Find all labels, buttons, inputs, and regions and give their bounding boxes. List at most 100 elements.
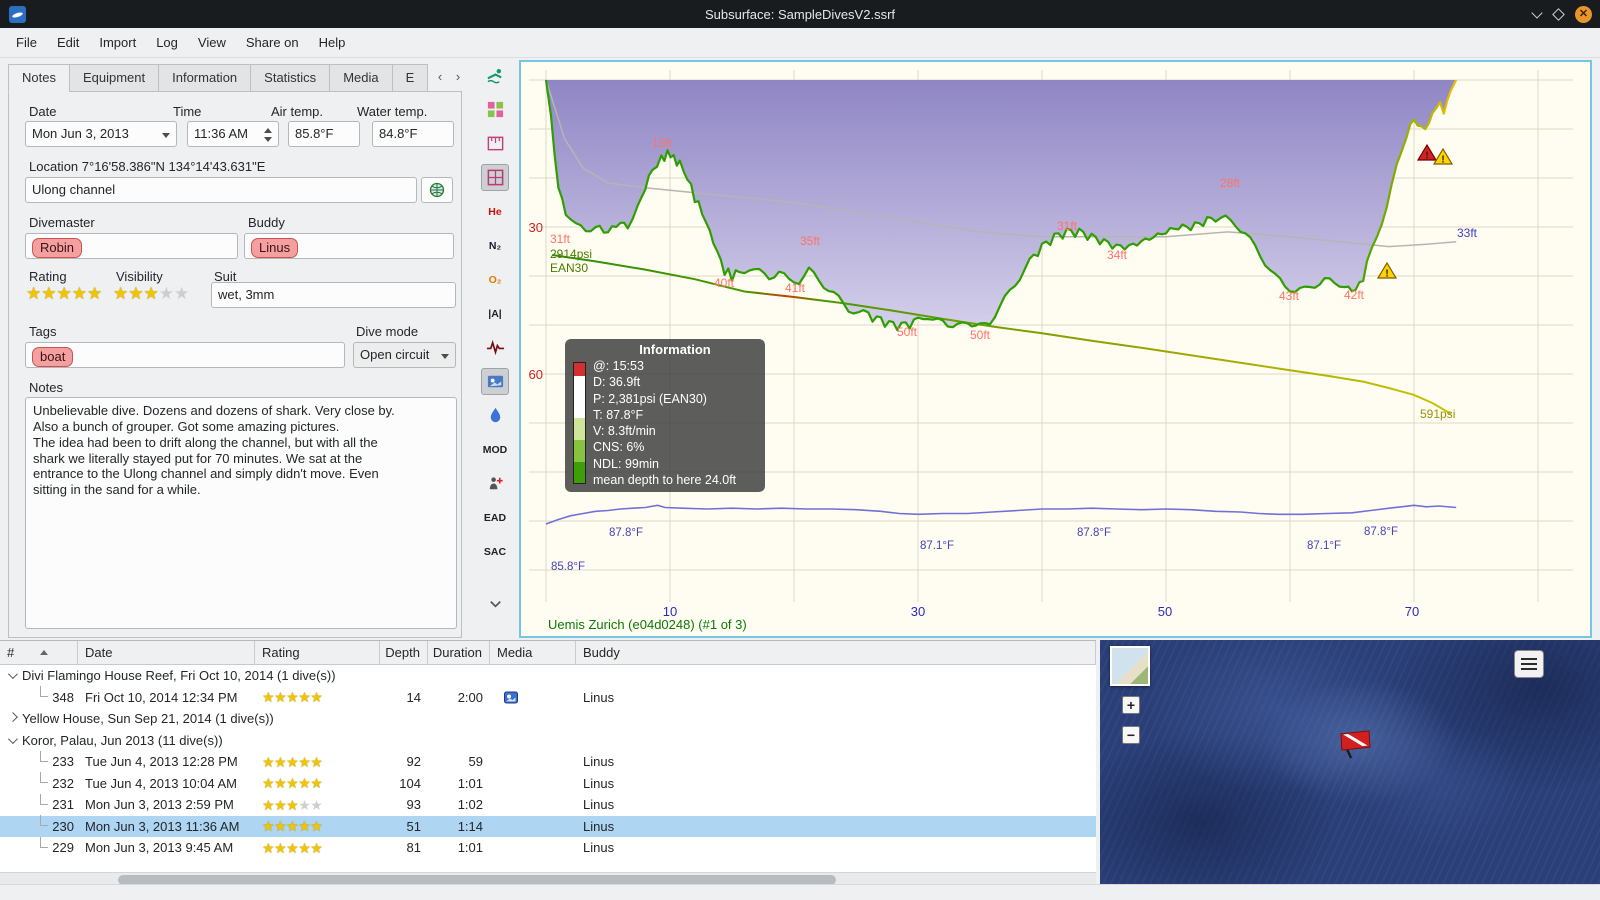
tag-boat[interactable]: boat: [32, 347, 74, 367]
zoom-in-button[interactable]: +: [1122, 696, 1140, 714]
star-icon: ★: [113, 284, 129, 303]
menu-edit[interactable]: Edit: [47, 31, 89, 54]
menu-file[interactable]: File: [6, 31, 47, 54]
tab-statistics[interactable]: Statistics: [250, 64, 330, 92]
tab-information[interactable]: Information: [158, 64, 251, 92]
collapse-icon[interactable]: [7, 733, 18, 744]
dive-row[interactable]: 230 Mon Jun 3, 2013 11:36 AM ★ ★ ★ ★ ★ 51 1:14 Li…: [0, 815, 1096, 837]
menu-share-on[interactable]: Share on: [236, 31, 309, 54]
mini-map-inset[interactable]: [1110, 646, 1150, 686]
zoom-out-button[interactable]: −: [1122, 726, 1140, 744]
tab-media[interactable]: Media: [329, 64, 392, 92]
tank-pressure-bar: [573, 362, 586, 484]
sac-toggle-icon[interactable]: SAC: [481, 538, 509, 565]
column-header-media[interactable]: Media: [490, 641, 576, 664]
picture-grid-icon[interactable]: [481, 96, 509, 123]
column-header-rating[interactable]: Rating: [255, 641, 380, 664]
tab-notes[interactable]: Notes: [8, 64, 69, 92]
star-icon: ★: [262, 818, 275, 835]
location-input[interactable]: Ulong channel: [25, 177, 417, 203]
menu-import[interactable]: Import: [89, 31, 146, 54]
menu-view[interactable]: View: [188, 31, 236, 54]
svg-text:34ft: 34ft: [1107, 248, 1128, 262]
svg-text:31ft: 31ft: [1057, 219, 1078, 233]
ead-toggle-icon[interactable]: EAD: [481, 504, 509, 531]
buddy-input[interactable]: Linus: [244, 233, 454, 259]
star-icon: ★: [262, 689, 275, 706]
nitrogen-toggle-icon[interactable]: N₂: [481, 232, 509, 259]
dive-number: 229: [52, 840, 74, 856]
dive-depth: 104: [399, 775, 421, 791]
buddy-tag[interactable]: Linus: [251, 238, 299, 258]
globe-button[interactable]: [421, 177, 453, 203]
divemaster-tag[interactable]: Robin: [32, 238, 82, 258]
ambient-pressure-icon[interactable]: |A|: [481, 300, 509, 327]
tab-e[interactable]: E: [391, 64, 429, 92]
photos-toggle-icon[interactable]: [481, 368, 509, 395]
trip-row[interactable]: Yellow House, Sun Sep 21, 2014 (1 dive(s…: [0, 708, 1096, 730]
trip-row[interactable]: Koror, Palau, Jun 2013 (11 dive(s)): [0, 730, 1096, 752]
column-header-date[interactable]: Date: [78, 641, 255, 664]
column-header-duration[interactable]: Duration: [428, 641, 490, 664]
tree-connector: [40, 793, 49, 805]
window-bottom-edge: [0, 884, 1600, 900]
column-header-buddy[interactable]: Buddy: [576, 641, 1096, 664]
dive-profile-chart[interactable]: !!! 15ft 28ft 31ft 35ft 31ft 34ft 40ft 41ft 43ft…: [519, 60, 1592, 638]
media-photo-icon[interactable]: [504, 691, 518, 704]
oxygen-toggle-icon[interactable]: O₂: [481, 266, 509, 293]
divemaster-input[interactable]: Robin: [25, 233, 238, 259]
dive-map[interactable]: + −: [1100, 640, 1600, 884]
map-menu-icon[interactable]: [1514, 650, 1544, 678]
tab-scroll-right-icon[interactable]: ›: [451, 68, 465, 86]
column-header-num[interactable]: #: [0, 641, 78, 664]
star-icon: ★: [274, 818, 287, 835]
heart-rate-icon[interactable]: [481, 334, 509, 361]
menu-log[interactable]: Log: [146, 31, 188, 54]
tab-equipment[interactable]: Equipment: [68, 64, 159, 92]
spinner-icons[interactable]: [262, 126, 274, 144]
dive-list-header[interactable]: # Date Rating Depth Duration Media Buddy: [0, 641, 1096, 665]
profile-grid-toggle-icon[interactable]: [481, 164, 509, 191]
dive-depth: 81: [406, 840, 421, 856]
mod-toggle-icon[interactable]: MOD: [481, 436, 509, 463]
tags-input[interactable]: boat: [25, 342, 345, 368]
dive-mode-select[interactable]: Open circuit: [353, 342, 456, 368]
close-icon[interactable]: ✕: [1575, 5, 1592, 23]
suit-input[interactable]: wet, 3mm: [211, 282, 456, 308]
toolbar-scroll-down-icon[interactable]: [481, 590, 509, 617]
swimmer-icon[interactable]: [481, 62, 509, 89]
star-icon: ★: [310, 753, 323, 770]
dive-row[interactable]: 348 Fri Oct 10, 2014 12:34 PM ★ ★ ★ ★ ★ 14 2:00 L…: [0, 686, 1096, 709]
expand-icon[interactable]: [7, 712, 18, 723]
dive-buddy: Linus: [583, 754, 615, 770]
dive-row[interactable]: 232 Tue Jun 4, 2013 10:04 AM ★ ★ ★ ★ ★ 104 1:01 L…: [0, 772, 1096, 795]
notes-textarea[interactable]: Unbelievable dive. Dozens and dozens of …: [25, 397, 457, 629]
trip-row[interactable]: Divi Flamingo House Reef, Fri Oct 10, 20…: [0, 665, 1096, 687]
helium-toggle-icon[interactable]: He: [481, 198, 509, 225]
info-box-line: @: 15:53: [593, 359, 644, 373]
column-header-depth[interactable]: Depth: [380, 641, 428, 664]
dive-site-flag-marker[interactable]: [1334, 722, 1382, 768]
date-select[interactable]: Mon Jun 3, 2013: [25, 121, 177, 147]
star-icon: ★: [310, 796, 323, 813]
collapse-icon[interactable]: [7, 669, 18, 680]
menu-bar: File Edit Import Log View Share on Help: [0, 28, 1600, 58]
gas-drop-icon[interactable]: [481, 402, 509, 429]
dive-depth: 51: [406, 818, 421, 834]
menu-help[interactable]: Help: [309, 31, 356, 54]
rating-stars[interactable]: ★★★★★: [26, 285, 102, 303]
time-stepper[interactable]: 11:36 AM: [187, 121, 279, 147]
dive-depth: 14: [406, 689, 421, 705]
deco-person-icon[interactable]: [481, 470, 509, 497]
dive-row[interactable]: 231 Mon Jun 3, 2013 2:59 PM ★ ★ ★ ★ ★ 93 1:02 Lin…: [0, 793, 1096, 816]
visibility-stars[interactable]: ★★★★★: [113, 285, 189, 303]
water-temp-field[interactable]: 84.8°F: [372, 121, 454, 147]
air-temp-field[interactable]: 85.8°F: [288, 121, 360, 147]
maximize-icon[interactable]: [1552, 7, 1565, 21]
dive-row[interactable]: 229 Mon Jun 3, 2013 9:45 AM ★ ★ ★ ★ ★ 81 1:01 Lin…: [0, 836, 1096, 859]
tab-scroll-left-icon[interactable]: ‹: [433, 68, 447, 86]
window-title: Subsurface: SampleDivesV2.ssrf: [704, 6, 896, 22]
dive-row[interactable]: 233 Tue Jun 4, 2013 12:28 PM ★ ★ ★ ★ ★ 92 59 Linu…: [0, 750, 1096, 773]
scale-icon[interactable]: [481, 130, 509, 157]
minimize-icon[interactable]: [1532, 9, 1542, 19]
